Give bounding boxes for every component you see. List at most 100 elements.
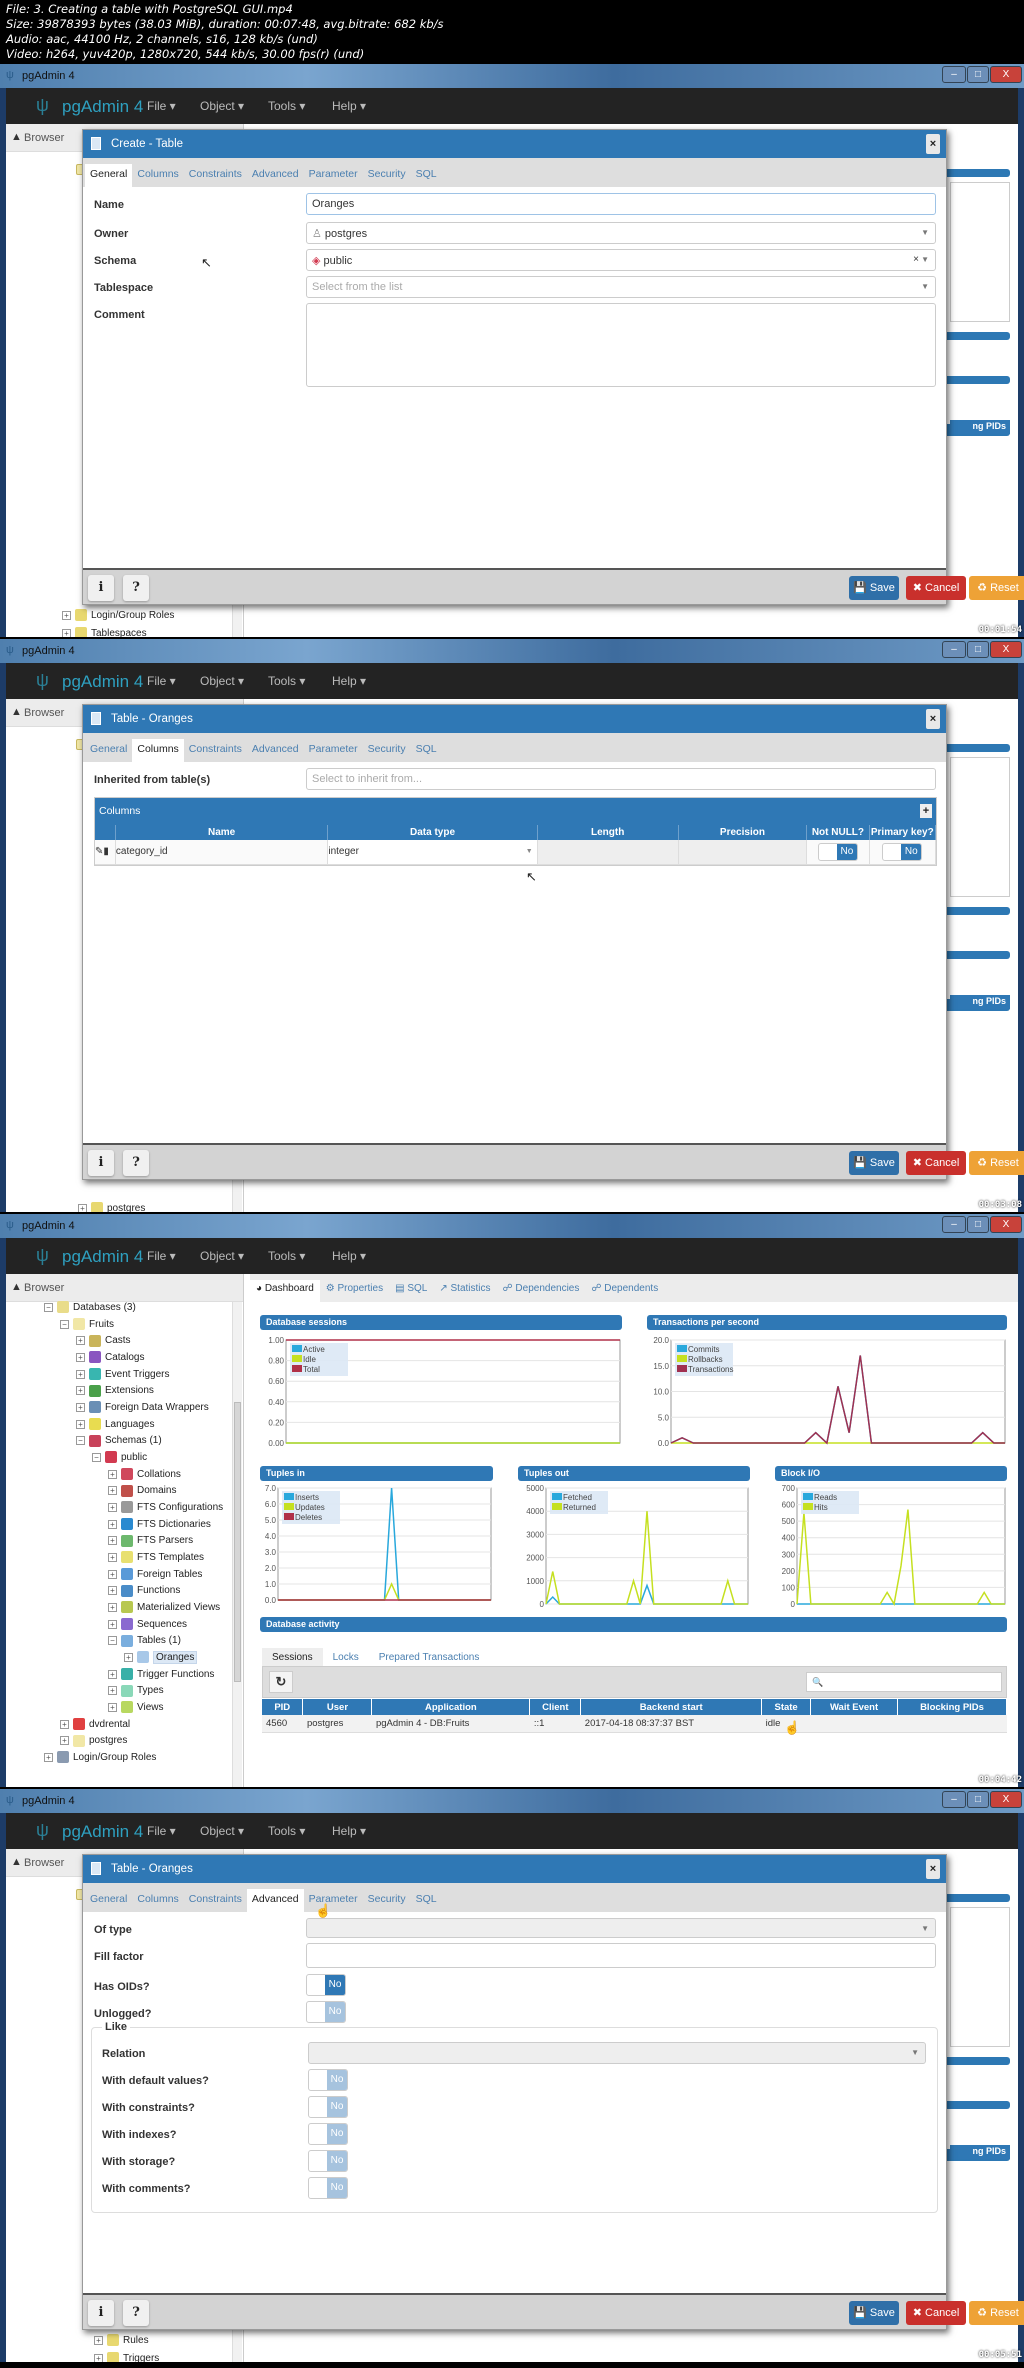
tab-sql[interactable]: SQL <box>411 1889 442 1912</box>
maximize-button[interactable]: □ <box>967 1216 989 1233</box>
collapse-icon[interactable]: − <box>44 1302 53 1312</box>
fill-factor-input[interactable] <box>306 1943 936 1968</box>
tab-advanced[interactable]: Advanced <box>246 1889 304 1912</box>
expand-icon[interactable]: + <box>76 1402 85 1412</box>
sidebar-scrollbar[interactable] <box>232 1302 242 1787</box>
expand-icon[interactable]: + <box>108 1586 117 1596</box>
save-button[interactable]: 💾 Save <box>849 576 899 600</box>
menu-file[interactable]: File ▾ <box>147 99 176 113</box>
tab-parameter[interactable]: Parameter <box>304 164 363 187</box>
tree-item[interactable]: + FTS Configurations <box>108 1500 223 1516</box>
menu-tools[interactable]: Tools ▾ <box>268 99 305 113</box>
close-dialog-button[interactable]: × <box>926 1859 940 1879</box>
save-button[interactable]: 💾 Save <box>849 2301 899 2325</box>
tab-constraints[interactable]: Constraints <box>184 1889 247 1912</box>
info-button[interactable]: i <box>88 1150 114 1176</box>
tree-item[interactable]: + Sequences <box>108 1617 187 1633</box>
expand-icon[interactable]: + <box>108 1686 117 1696</box>
tab-security[interactable]: Security <box>363 1889 411 1912</box>
comment-textarea[interactable] <box>306 303 936 387</box>
expand-icon[interactable]: + <box>108 1619 117 1629</box>
like-option-toggle[interactable]: No <box>308 2150 348 2172</box>
menu-object[interactable]: Object ▾ <box>200 674 244 688</box>
tree-item[interactable]: + Rules <box>94 2333 149 2349</box>
tree-item[interactable]: + postgres <box>78 1201 145 1212</box>
tab-sql[interactable]: SQL <box>411 739 442 762</box>
tree-item[interactable]: + Login/Group Roles <box>62 608 174 624</box>
table-row[interactable]: 4560 postgres pgAdmin 4 - DB:Fruits::1 2017… <box>262 1715 1007 1733</box>
menu-help[interactable]: Help ▾ <box>332 99 366 113</box>
close-button[interactable]: X <box>990 1791 1022 1808</box>
name-input[interactable]: Oranges <box>306 193 936 215</box>
help-button[interactable]: ? <box>123 575 149 601</box>
tree-item[interactable]: + Tablespaces <box>62 626 147 637</box>
tab-parameter[interactable]: Parameter <box>304 1889 363 1912</box>
expand-icon[interactable]: + <box>108 1502 117 1512</box>
save-button[interactable]: 💾 Save <box>849 1151 899 1175</box>
expand-icon[interactable]: + <box>76 1386 85 1396</box>
close-button[interactable]: X <box>990 1216 1022 1233</box>
expand-icon[interactable]: + <box>108 1602 117 1612</box>
expand-icon[interactable]: + <box>108 1552 117 1562</box>
expand-icon[interactable]: + <box>108 1519 117 1529</box>
minimize-button[interactable]: – <box>942 66 966 83</box>
expand-icon[interactable]: + <box>76 1352 85 1362</box>
tab-dependents[interactable]: ☍ Dependents <box>585 1280 664 1302</box>
expand-icon[interactable]: + <box>76 1336 85 1346</box>
cancel-button[interactable]: ✖ Cancel <box>906 1151 966 1175</box>
tree-item[interactable]: + FTS Dictionaries <box>108 1517 211 1533</box>
data-type-cell[interactable]: integer ▼ <box>327 840 538 865</box>
help-button[interactable]: ? <box>123 2300 149 2326</box>
tree-item[interactable]: + Extensions <box>76 1383 154 1399</box>
tab-columns[interactable]: Columns <box>132 164 183 187</box>
tab-sql[interactable]: ▤ SQL <box>389 1280 433 1302</box>
tab-general[interactable]: General <box>85 164 133 187</box>
like-option-toggle[interactable]: No <box>308 2177 348 2199</box>
has-oids-toggle[interactable]: No <box>306 1974 346 1996</box>
reset-button[interactable]: ♻ Reset <box>969 576 1024 600</box>
of-type-select[interactable]: ▼ <box>306 1918 936 1938</box>
tree-item[interactable]: − Fruits <box>60 1317 114 1333</box>
like-option-toggle[interactable]: No <box>308 2096 348 2118</box>
close-button[interactable]: X <box>990 641 1022 658</box>
collapse-icon[interactable]: − <box>60 1319 69 1329</box>
tab-dependencies[interactable]: ☍ Dependencies <box>497 1280 586 1302</box>
app-brand[interactable]: pgAdmin 4 <box>62 1822 143 1842</box>
collapse-icon[interactable]: − <box>92 1452 101 1462</box>
info-button[interactable]: i <box>88 575 114 601</box>
menu-tools[interactable]: Tools ▾ <box>268 1824 305 1838</box>
add-column-button[interactable]: + <box>920 804 932 818</box>
menu-tools[interactable]: Tools ▾ <box>268 674 305 688</box>
menu-object[interactable]: Object ▾ <box>200 1249 244 1263</box>
menu-tools[interactable]: Tools ▾ <box>268 1249 305 1263</box>
tree-item[interactable]: + Foreign Data Wrappers <box>76 1400 209 1416</box>
menu-object[interactable]: Object ▾ <box>200 99 244 113</box>
tab-statistics[interactable]: ↗ Statistics <box>433 1280 496 1302</box>
tree-item[interactable]: + dvdrental <box>60 1717 130 1733</box>
like-option-toggle[interactable]: No <box>308 2069 348 2091</box>
expand-icon[interactable]: + <box>60 1719 69 1729</box>
tree-item[interactable]: + Trigger Functions <box>108 1667 214 1683</box>
tree-item[interactable]: + FTS Templates <box>108 1550 204 1566</box>
inherit-select[interactable]: Select to inherit from... <box>306 768 936 790</box>
tab-advanced[interactable]: Advanced <box>247 739 304 762</box>
expand-icon[interactable]: + <box>124 1652 133 1662</box>
tab-prepared-transactions[interactable]: Prepared Transactions <box>369 1648 490 1667</box>
minimize-button[interactable]: – <box>942 1216 966 1233</box>
tab-dashboard[interactable]: ◕ Dashboard <box>250 1280 320 1302</box>
primary-key-toggle[interactable]: No <box>882 842 923 861</box>
close-button[interactable]: X <box>990 66 1022 83</box>
app-brand[interactable]: pgAdmin 4 <box>62 1247 143 1267</box>
expand-icon[interactable]: + <box>108 1486 117 1496</box>
tab-security[interactable]: Security <box>363 164 411 187</box>
cancel-button[interactable]: ✖ Cancel <box>906 2301 966 2325</box>
tab-constraints[interactable]: Constraints <box>184 164 247 187</box>
tree-item[interactable]: + Views <box>108 1700 164 1716</box>
expand-icon[interactable]: + <box>108 1536 117 1546</box>
tab-general[interactable]: General <box>85 1889 132 1912</box>
menu-help[interactable]: Help ▾ <box>332 1824 366 1838</box>
tree-item[interactable]: − public <box>92 1450 147 1466</box>
tab-columns[interactable]: Columns <box>132 739 184 762</box>
tab-security[interactable]: Security <box>363 739 411 762</box>
minimize-button[interactable]: – <box>942 1791 966 1808</box>
